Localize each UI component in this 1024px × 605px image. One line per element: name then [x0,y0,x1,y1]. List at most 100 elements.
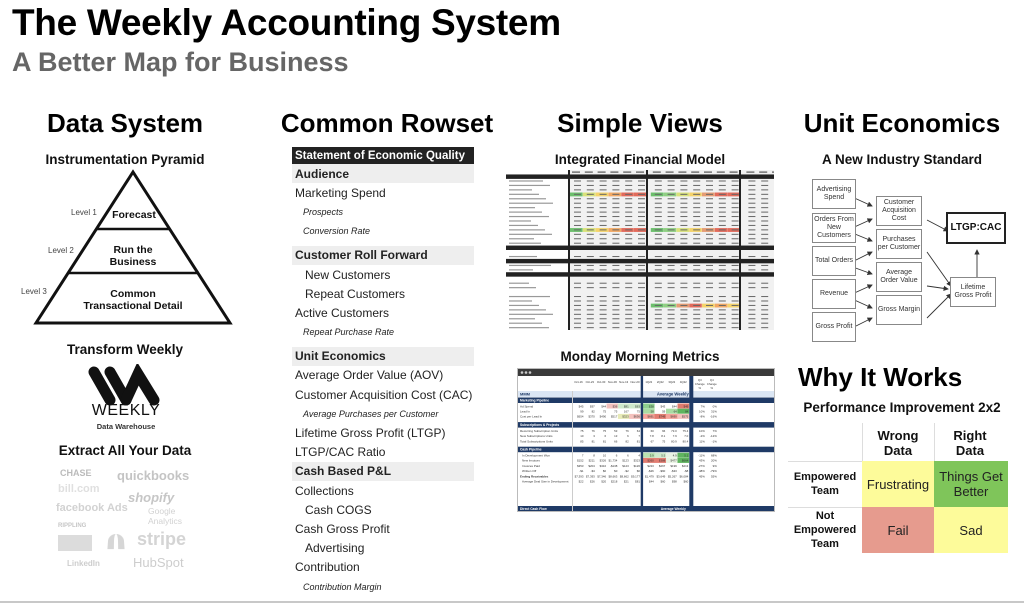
metric-value: 73.0 [671,429,677,433]
bill-logo: bill.com [58,483,100,495]
sheet-value [638,264,645,266]
sheet-value [599,220,607,222]
metric-value: $0 [603,469,607,473]
sheet-value [748,309,756,311]
sheet-value [680,318,688,320]
unit-economics-heading: Unit Economics [803,108,1001,138]
sheet-value [718,180,726,182]
sheet-value [693,269,701,271]
sheet-value [667,256,675,258]
sheet-value [761,198,769,200]
rowset-section: Customer Roll Forward [292,245,474,265]
section-header-label: Subscriptions & Projects [520,423,559,427]
rowset-row: Cash COGS [305,502,372,517]
sheet-value [654,318,662,320]
sheet-value [680,207,688,209]
sheet-value [693,189,701,191]
metric-value: 64 [674,410,678,414]
sheet-value [625,304,633,306]
window-control-icon[interactable] [524,371,528,374]
sheet-value [654,264,662,266]
metric-value: 0% [713,404,718,408]
rowset-row: Conversion Rate [303,226,371,237]
sheet-value [586,233,594,235]
sheet-value [731,300,739,302]
sheet-value [706,198,713,200]
sheet-value [667,233,675,235]
sheet-value [693,322,701,324]
window-control-icon[interactable] [520,371,524,374]
sheet-value [761,189,769,191]
statement-of-economic-quality: Statement of Economic Quality Audience Ma… [292,147,474,596]
sheet-value [748,180,756,182]
sheet-value [706,282,713,284]
sheet-row-label [509,255,537,258]
metric-value: -$2 [625,469,630,473]
integrated-financial-model-sheet [506,170,774,330]
sheet-value [654,189,662,191]
sheet-value [638,238,645,240]
metric-value: 55% [711,474,717,478]
sheet-row-label [509,193,539,195]
sheet-value [654,256,662,258]
sheet-value [586,184,594,186]
sheet-value [667,229,675,231]
sheet-value [761,300,769,302]
sheet-value [638,184,645,186]
sheet-value [731,189,739,191]
sheet-value [693,184,701,186]
sheet-row-label [509,300,532,302]
sheet-value [612,304,620,306]
metric-value: 6 [627,454,629,458]
metric-value: $81 [624,404,629,408]
metric-value: -12% [710,434,717,438]
sheet-value [625,198,633,200]
sheet-value [718,193,726,195]
sheet-value [680,216,688,218]
metric-value: 66 [614,439,618,443]
metric-value: $81 [635,480,640,484]
column-header: Nov-06 [608,380,617,384]
metric-value: $0 [637,469,641,473]
row-label: Cost per Lead In [520,415,543,419]
sheet-value [612,180,620,182]
sheet-value [693,216,701,218]
sheet-value [654,211,662,213]
rowset-section: Unit Economics [292,346,474,366]
sheet-value [625,242,633,244]
sheet-value [748,193,756,195]
metric-value: 82 [592,410,596,414]
sheet-value [680,296,688,298]
window-control-icon[interactable] [528,371,532,374]
metric-value: $326 [600,459,607,463]
sheet-value [625,229,633,231]
sheet-value [625,202,633,204]
metric-value: -$26 [648,469,654,473]
sheet-value [574,211,581,213]
sheet-value [731,193,739,195]
rowset-row: Customer Acquisition Cost (CAC) [295,387,473,402]
metric-value: 6 [604,434,606,438]
metric-value: $323 [634,459,641,463]
sheet-value [625,282,633,284]
sheet-value [586,193,594,195]
sheet-value [680,309,688,311]
sheet-value [680,189,688,191]
sheet-row-label [509,229,545,231]
sheet-value [625,189,633,191]
metric-value: $575 [682,415,689,419]
metrics-title: Monday Morning Metrics [560,349,720,364]
linkedin-logo: LinkedIn [67,559,100,568]
sheet-value [680,229,688,231]
sheet-value [599,242,607,244]
column-header: Nov-13 [619,380,628,384]
sheet-value [693,296,701,298]
sheet-header-cell [729,171,738,173]
sheet-value [731,313,739,315]
sheet-value [680,327,688,329]
average-order-value: Average Order Value [876,262,922,292]
sheet-value [693,256,701,258]
metric-value: -$138 [610,464,618,468]
sheet-value [599,198,607,200]
sheet-value [625,233,633,235]
